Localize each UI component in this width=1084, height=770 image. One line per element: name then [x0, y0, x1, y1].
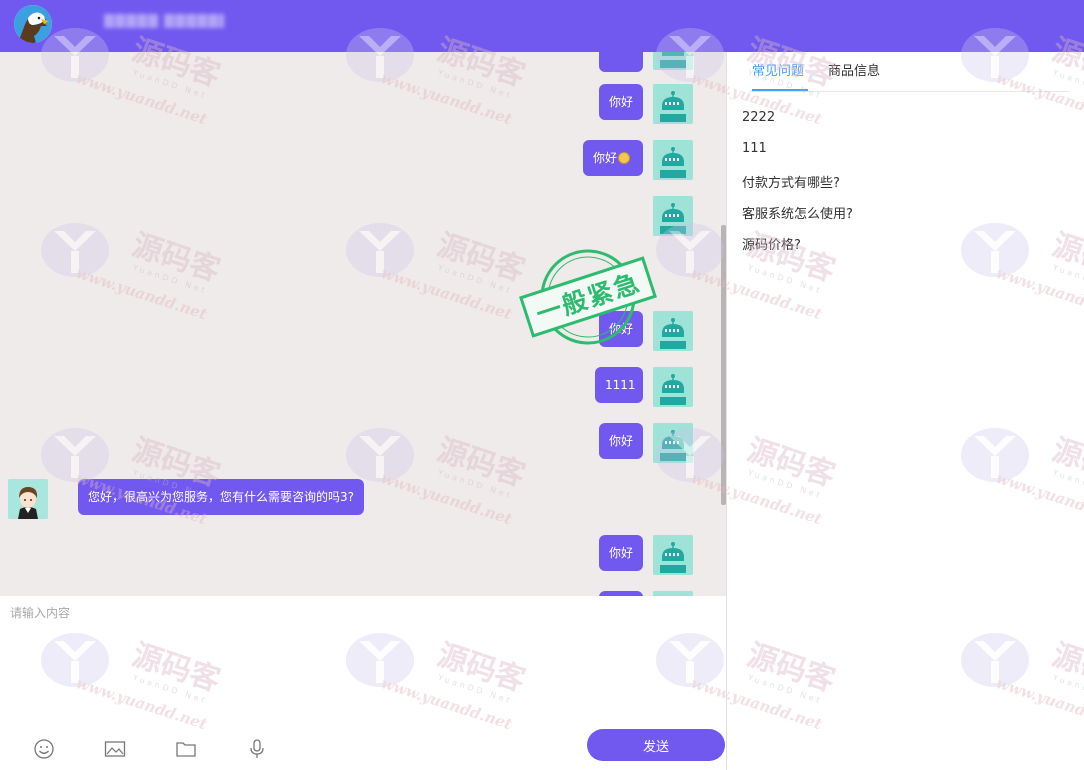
message-bubble: 你好	[599, 423, 643, 459]
bot-avatar	[653, 52, 693, 70]
bot-avatar	[653, 196, 693, 236]
composer: 发送	[0, 596, 726, 770]
message-bubble: 1111	[595, 367, 643, 403]
bot-avatar	[653, 423, 693, 463]
bot-avatar	[653, 367, 693, 407]
message-bubble: 你好	[583, 140, 643, 176]
bot-avatar	[653, 140, 693, 180]
top-header: ▓▓▓▓▓ ▓▓▓▓▓▓	[0, 0, 1084, 52]
smile-emoji-icon	[618, 152, 631, 164]
urgency-stamp: 一般紧急	[518, 247, 658, 347]
tab-product-info[interactable]: 商品信息	[828, 64, 880, 90]
side-tabs: 常见问题 商品信息	[749, 52, 1069, 92]
agent-avatar	[8, 479, 48, 519]
tab-faq[interactable]: 常见问题	[752, 64, 804, 90]
active-tab-indicator	[752, 89, 808, 91]
send-button[interactable]: 发送	[587, 729, 725, 761]
message-bubble	[599, 52, 643, 72]
emoji-icon[interactable]	[33, 738, 55, 760]
message-bubble: 你好	[599, 535, 643, 571]
faq-item[interactable]: 2222	[742, 110, 775, 125]
message-input[interactable]	[0, 596, 720, 716]
folder-icon[interactable]	[175, 738, 197, 760]
image-icon[interactable]	[104, 738, 126, 760]
agent-message-bubble: 您好，很高兴为您服务，您有什么需要咨询的吗3?	[78, 479, 365, 515]
faq-item[interactable]: 源码价格?	[742, 234, 801, 253]
message-text: 你好	[593, 151, 618, 165]
app-title: ▓▓▓▓▓ ▓▓▓▓▓▓	[104, 14, 224, 29]
faq-item[interactable]: 111	[742, 141, 767, 156]
faq-item[interactable]: 客服系统怎么使用?	[742, 203, 853, 222]
side-panel: 常见问题 商品信息 2222 111 付款方式有哪些? 客服系统怎么使用? 源码…	[727, 52, 1084, 770]
bot-avatar	[653, 84, 693, 124]
faq-item[interactable]: 付款方式有哪些?	[742, 172, 840, 191]
eagle-logo	[14, 5, 52, 43]
chat-message-list[interactable]: 你好 你好 你好 1111 你好 您好，很高兴为您服务，您有什么需要咨询的吗3?…	[0, 52, 726, 596]
bot-avatar	[653, 311, 693, 351]
microphone-icon[interactable]	[246, 738, 268, 760]
message-bubble: 你好	[599, 84, 643, 120]
bot-avatar	[653, 535, 693, 575]
